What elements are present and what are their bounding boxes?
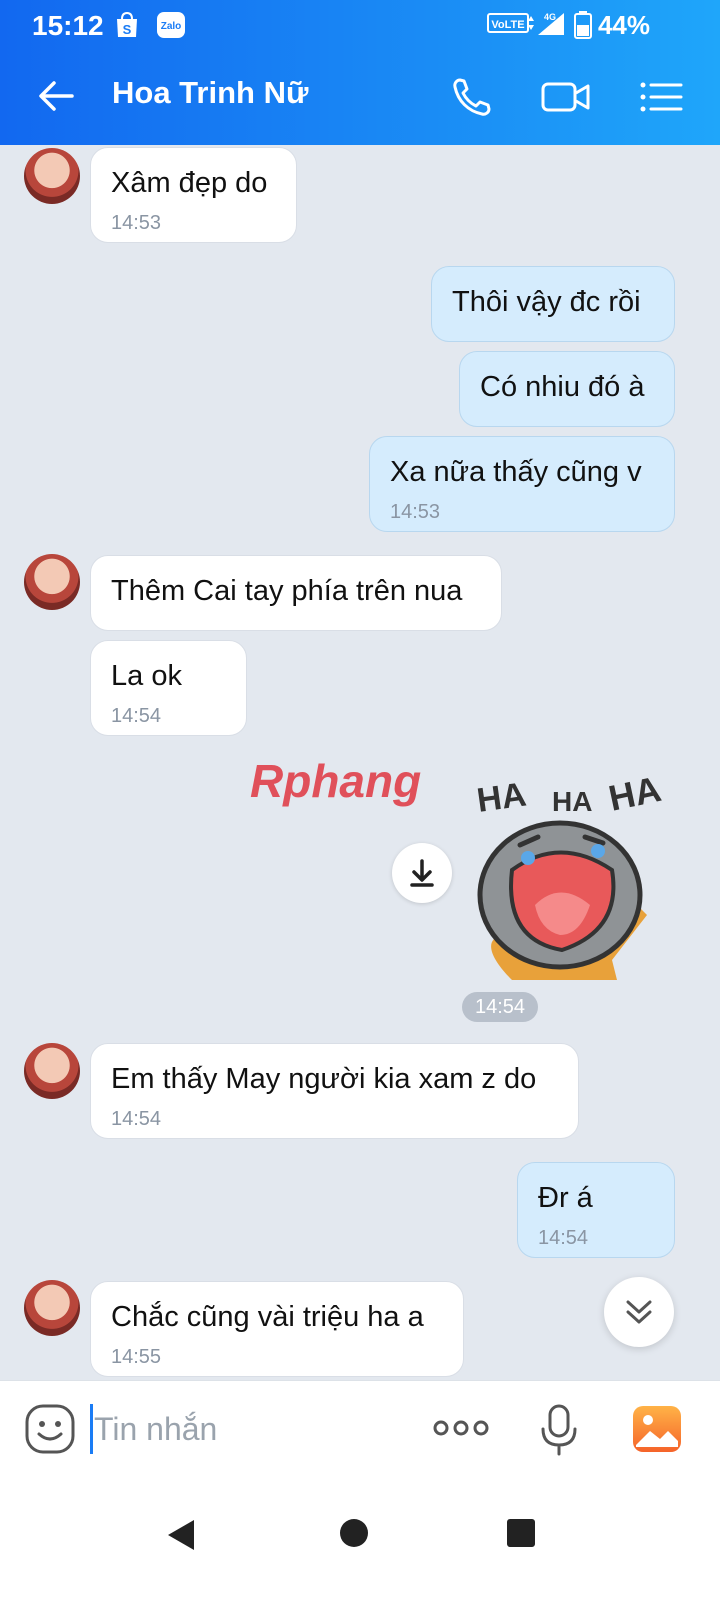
message-text: Thôi vậy đc rồi	[452, 286, 641, 318]
sticker-image[interactable]: Rphang HA HA HA	[250, 755, 670, 980]
message-bubble-outgoing[interactable]: Xa nữa thấy cũng v 14:53	[369, 436, 675, 532]
emoji-sticker-icon[interactable]	[24, 1403, 76, 1455]
ha-text: HA	[605, 768, 664, 819]
nav-back-icon[interactable]	[166, 1518, 196, 1557]
menu-list-icon[interactable]	[634, 70, 688, 124]
back-arrow-icon[interactable]	[32, 72, 80, 120]
ha-text: HA	[475, 775, 529, 819]
video-call-icon[interactable]	[538, 70, 592, 124]
svg-text:Zalo: Zalo	[161, 21, 182, 32]
phone-call-icon[interactable]	[446, 70, 500, 124]
system-navigation-bar	[0, 1476, 720, 1600]
download-sticker-button[interactable]	[392, 843, 452, 903]
more-options-icon[interactable]	[432, 1413, 490, 1443]
message-bubble-incoming[interactable]: Thêm Cai tay phía trên nua	[90, 555, 502, 631]
sticker-time: 14:54	[462, 992, 538, 1022]
message-text: La ok	[111, 660, 182, 692]
message-time: 14:53	[111, 212, 162, 234]
message-bubble-incoming[interactable]: Xâm đẹp do 14:53	[90, 147, 297, 243]
message-time: 14:55	[111, 1346, 162, 1368]
contact-avatar[interactable]	[24, 554, 80, 610]
message-bubble-outgoing[interactable]: Thôi vậy đc rồi	[431, 266, 675, 342]
message-text: Chắc cũng vài triệu ha a	[111, 1301, 424, 1333]
message-time: 14:54	[538, 1227, 589, 1249]
text-cursor	[90, 1404, 93, 1454]
message-time: 14:53	[390, 501, 441, 523]
contact-avatar[interactable]	[24, 1043, 80, 1099]
message-bubble-incoming[interactable]: La ok 14:54	[90, 640, 247, 736]
message-text: Xâm đẹp do	[111, 167, 268, 199]
contact-avatar[interactable]	[24, 1280, 80, 1336]
message-time: 14:54	[111, 705, 162, 727]
zalo-icon: Zalo	[156, 11, 186, 44]
contact-name[interactable]: Hoa Trinh Nữ	[112, 75, 308, 111]
message-composer	[0, 1380, 720, 1476]
message-bubble-outgoing[interactable]: Có nhiu đó à	[459, 351, 675, 427]
scroll-to-bottom-button[interactable]	[604, 1277, 674, 1347]
svg-text:4G: 4G	[544, 12, 556, 22]
message-input-field[interactable]	[90, 1401, 410, 1457]
battery-icon	[574, 11, 592, 44]
ha-text: HA	[552, 786, 592, 817]
volte-icon: VoLTE	[487, 11, 537, 40]
download-icon	[410, 859, 434, 887]
gallery-image-icon[interactable]	[632, 1405, 682, 1453]
top-bar: 15:12 S Zalo VoLTE 4G 44% Hoa Trinh Nữ	[0, 0, 720, 145]
message-input[interactable]	[90, 1401, 410, 1457]
message-text: Xa nữa thấy cũng v	[390, 456, 642, 488]
shopee-icon: S	[114, 11, 140, 44]
message-bubble-incoming[interactable]: Em thấy May người kia xam z do 14:54	[90, 1043, 579, 1139]
message-text: Thêm Cai tay phía trên nua	[111, 575, 463, 607]
nav-recents-icon[interactable]	[506, 1518, 536, 1553]
status-bar: 15:12 S Zalo VoLTE 4G 44%	[0, 0, 720, 48]
svg-text:S: S	[123, 22, 132, 37]
message-text: Em thấy May người kia xam z do	[111, 1063, 537, 1095]
message-bubble-outgoing[interactable]: Đr á 14:54	[517, 1162, 675, 1258]
battery-percent: 44%	[597, 10, 650, 40]
message-time: 14:54	[111, 1108, 162, 1130]
signal-icon: 4G	[536, 11, 566, 42]
nav-home-icon[interactable]	[339, 1518, 369, 1553]
svg-text:VoLTE: VoLTE	[491, 19, 524, 31]
message-text: Có nhiu đó à	[480, 371, 645, 403]
status-time: 15:12	[32, 10, 104, 41]
microphone-icon[interactable]	[538, 1403, 580, 1457]
double-chevron-down-icon	[626, 1300, 652, 1324]
message-text: Đr á	[538, 1182, 593, 1214]
message-bubble-incoming[interactable]: Chắc cũng vài triệu ha a 14:55	[90, 1281, 464, 1377]
contact-avatar[interactable]	[24, 148, 80, 204]
chat-header: Hoa Trinh Nữ	[0, 48, 720, 145]
watermark-text: Rphang	[250, 755, 421, 807]
